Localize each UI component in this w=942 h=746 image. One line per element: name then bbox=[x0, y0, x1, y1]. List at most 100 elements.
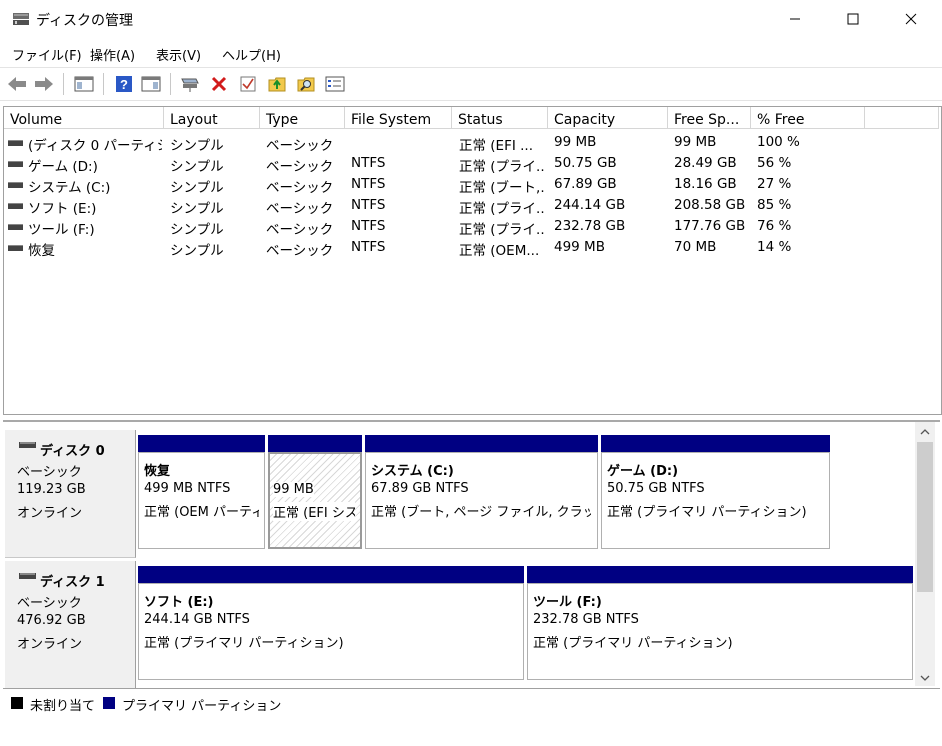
menu-file[interactable]: ファイル(F) bbox=[12, 45, 82, 64]
table-cell: 正常 (プライ... bbox=[459, 201, 545, 217]
column-header-status[interactable]: Status bbox=[452, 107, 548, 129]
scrollbar-thumb[interactable] bbox=[917, 442, 933, 592]
volume-list[interactable]: Volume Layout Type File System Status Ca… bbox=[3, 106, 942, 415]
title-bar: ディスクの管理 bbox=[0, 0, 942, 38]
table-cell: 正常 (EFI ... bbox=[459, 138, 533, 154]
volume-disk-icon bbox=[8, 161, 23, 167]
back-arrow-icon bbox=[8, 77, 26, 91]
table-cell: 67.89 GB bbox=[554, 176, 617, 192]
column-header-free-space[interactable]: Free Sp... bbox=[668, 107, 751, 129]
partition-size-fs: 244.14 GB NTFS bbox=[144, 612, 250, 627]
vertical-scrollbar[interactable] bbox=[915, 422, 935, 686]
svg-text:?: ? bbox=[120, 77, 128, 92]
partition-bar bbox=[268, 435, 362, 452]
table-cell: ゲーム (D:) bbox=[28, 159, 98, 175]
partition-tool-f[interactable]: ツール (F:) 232.78 GB NTFS 正常 (プライマリ パーティショ… bbox=[527, 583, 913, 680]
disk-1-panel[interactable]: ディスク 1 ベーシック 476.92 GB オンライン bbox=[5, 561, 136, 689]
table-cell: 100 % bbox=[757, 134, 800, 150]
table-cell: NTFS bbox=[351, 176, 386, 192]
disk-0-type: ベーシック bbox=[17, 465, 82, 480]
disk-graphical-view: ディスク 0 ベーシック 119.23 GB オンライン 恢复 499 MB N… bbox=[3, 420, 940, 689]
table-cell: 18.16 GB bbox=[674, 176, 737, 192]
table-cell: 76 % bbox=[757, 218, 792, 234]
disk-0-state: オンライン bbox=[17, 506, 83, 521]
connect-virtual-disk-button[interactable] bbox=[180, 74, 200, 94]
disk-0-name: ディスク 0 bbox=[40, 444, 105, 459]
table-cell: (ディスク 0 パーティショ... bbox=[28, 138, 162, 154]
table-row[interactable]: ツール (F:) シンプル ベーシック NTFS 正常 (プライ... 232.78 GB… bbox=[4, 216, 939, 238]
table-cell: ベーシック bbox=[266, 180, 334, 196]
partition-bar bbox=[138, 566, 524, 583]
delete-button[interactable] bbox=[209, 74, 229, 94]
table-cell: シンプル bbox=[170, 222, 224, 238]
show-hide-action-pane-button[interactable] bbox=[141, 74, 161, 94]
table-cell: シンプル bbox=[170, 138, 224, 154]
column-header-file-system[interactable]: File System bbox=[345, 107, 452, 129]
table-cell: 70 MB bbox=[674, 239, 717, 255]
connect-virtual-disk-icon bbox=[181, 78, 199, 92]
partition-name: ソフト (E:) bbox=[144, 595, 214, 610]
volume-disk-icon bbox=[8, 245, 23, 251]
forward-button[interactable] bbox=[34, 74, 54, 94]
table-cell: 50.75 GB bbox=[554, 155, 617, 171]
table-cell: NTFS bbox=[351, 239, 386, 255]
check-button[interactable] bbox=[238, 74, 258, 94]
partition-name: システム (C:) bbox=[371, 464, 454, 479]
disk-0-panel[interactable]: ディスク 0 ベーシック 119.23 GB オンライン bbox=[5, 430, 136, 558]
partition-game-d[interactable]: ゲーム (D:) 50.75 GB NTFS 正常 (プライマリ パーティション… bbox=[601, 452, 830, 549]
properties-list-button[interactable] bbox=[325, 74, 345, 94]
partition-name: ゲーム (D:) bbox=[607, 464, 679, 479]
table-cell: 正常 (ブート,... bbox=[459, 180, 545, 196]
table-cell: 99 MB bbox=[674, 134, 717, 150]
table-row[interactable]: ソフト (E:) シンプル ベーシック NTFS 正常 (プライ... 244.14 GB… bbox=[4, 195, 939, 217]
search-folder-icon bbox=[297, 77, 315, 92]
show-hide-console-tree-icon bbox=[74, 76, 94, 92]
menu-view[interactable]: 表示(V) bbox=[156, 45, 201, 64]
help-button[interactable]: ? bbox=[114, 74, 134, 94]
table-cell: 244.14 GB bbox=[554, 197, 626, 213]
partition-system-c[interactable]: システム (C:) 67.89 GB NTFS 正常 (ブート, ページ ファイ… bbox=[365, 452, 598, 549]
table-cell: ベーシック bbox=[266, 243, 334, 259]
close-button[interactable] bbox=[882, 0, 940, 38]
partition-efi[interactable]: 99 MB 正常 (EFI シス bbox=[268, 452, 362, 549]
column-header-percent-free[interactable]: % Free bbox=[751, 107, 865, 129]
partition-soft-e[interactable]: ソフト (E:) 244.14 GB NTFS 正常 (プライマリ パーティショ… bbox=[138, 583, 524, 680]
maximize-button[interactable] bbox=[824, 0, 882, 38]
table-row[interactable]: ゲーム (D:) シンプル ベーシック NTFS 正常 (プライ... 50.75 GB 2… bbox=[4, 153, 939, 175]
column-header-layout[interactable]: Layout bbox=[164, 107, 260, 129]
disk-icon bbox=[19, 573, 36, 579]
table-cell: ベーシック bbox=[266, 159, 334, 175]
maximize-icon bbox=[847, 13, 859, 25]
scroll-up-arrow-icon[interactable] bbox=[920, 428, 930, 436]
partition-recovery[interactable]: 恢复 499 MB NTFS 正常 (OEM パーティ bbox=[138, 452, 265, 549]
forward-arrow-icon bbox=[35, 77, 53, 91]
column-header-volume[interactable]: Volume bbox=[4, 107, 164, 129]
legend-swatch-primary bbox=[103, 697, 115, 709]
column-header-capacity[interactable]: Capacity bbox=[548, 107, 668, 129]
back-button[interactable] bbox=[7, 74, 27, 94]
volume-disk-icon bbox=[8, 224, 23, 230]
table-cell: 208.58 GB bbox=[674, 197, 746, 213]
table-row[interactable]: (ディスク 0 パーティショ... シンプル ベーシック 正常 (EFI ... 99 … bbox=[4, 132, 939, 154]
up-folder-button[interactable] bbox=[267, 74, 287, 94]
column-header-filler bbox=[865, 107, 939, 129]
search-folder-button[interactable] bbox=[296, 74, 316, 94]
disk-0-size: 119.23 GB bbox=[17, 482, 86, 497]
minimize-button[interactable] bbox=[766, 0, 824, 38]
table-cell: NTFS bbox=[351, 155, 386, 171]
volume-disk-icon bbox=[8, 182, 23, 188]
partition-status: 正常 (プライマリ パーティション) bbox=[607, 505, 807, 520]
disk-icon bbox=[19, 442, 36, 448]
check-icon bbox=[240, 76, 256, 92]
table-cell: ベーシック bbox=[266, 222, 334, 238]
help-icon: ? bbox=[116, 76, 132, 92]
disk-management-app-icon bbox=[13, 13, 29, 25]
show-hide-console-tree-button[interactable] bbox=[74, 74, 94, 94]
scroll-down-arrow-icon[interactable] bbox=[920, 674, 930, 682]
table-row[interactable]: システム (C:) シンプル ベーシック NTFS 正常 (ブート,... 67.89 G… bbox=[4, 174, 939, 196]
partition-size-fs: 50.75 GB NTFS bbox=[607, 481, 705, 496]
menu-action[interactable]: 操作(A) bbox=[90, 45, 135, 64]
column-header-type[interactable]: Type bbox=[260, 107, 345, 129]
menu-help[interactable]: ヘルプ(H) bbox=[222, 45, 281, 64]
table-row[interactable]: 恢复 シンプル ベーシック NTFS 正常 (OEM... 499 MB 70 MB 14 % bbox=[4, 237, 939, 259]
